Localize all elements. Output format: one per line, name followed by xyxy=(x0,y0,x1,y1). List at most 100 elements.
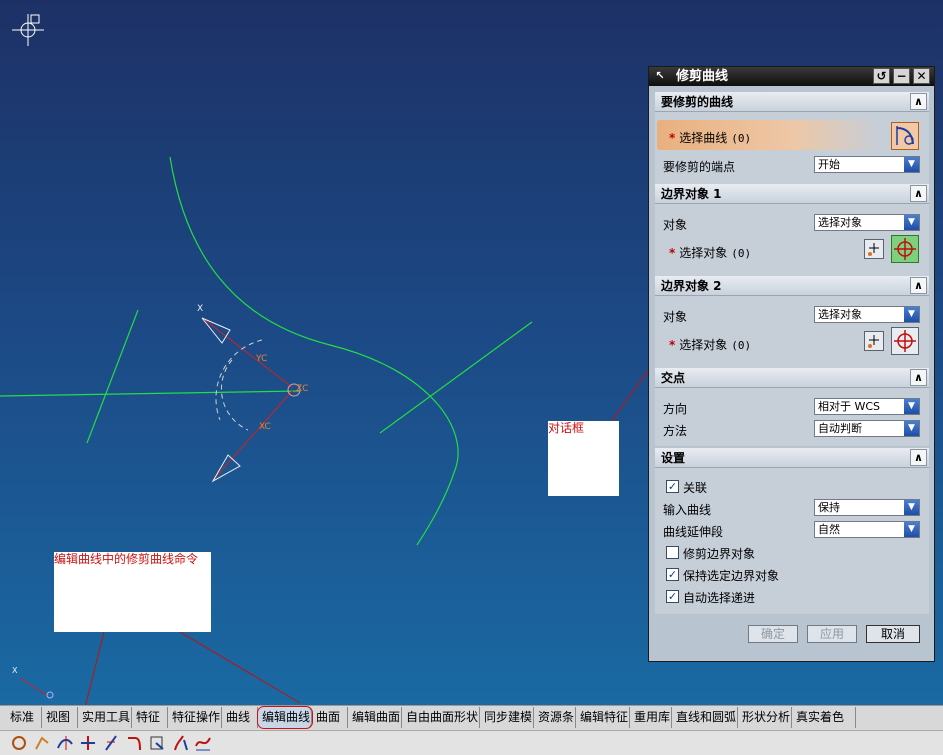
callout-line-command-2 xyxy=(179,631,301,704)
axis-label-zc: ZC xyxy=(296,384,308,394)
apply-button[interactable]: 应用 xyxy=(807,625,857,643)
close-icon[interactable]: ✕ xyxy=(913,68,930,84)
section-header-boundary1[interactable]: 边界对象 1 ∧ xyxy=(655,184,929,204)
boundary1-select-label[interactable]: * 选择对象 (0) xyxy=(669,244,751,261)
curve-length-icon[interactable] xyxy=(171,734,189,752)
direction-select[interactable]: 相对于 WCS ▼ xyxy=(814,398,920,415)
axis-label-xc: XC xyxy=(259,422,271,432)
dropdown-arrow-icon: ▼ xyxy=(904,307,919,322)
target-point-icon xyxy=(894,330,916,352)
section-header-curve[interactable]: 要修剪的曲线 ∧ xyxy=(655,92,929,112)
keep-selected-checkbox[interactable]: ✓ xyxy=(666,568,679,581)
endpoint-label: 要修剪的端点 xyxy=(663,160,736,174)
associative-checkbox[interactable]: ✓ xyxy=(666,480,679,493)
tab-4[interactable]: 特征操作 xyxy=(168,707,222,728)
section-title-curve: 要修剪的曲线 xyxy=(661,95,734,109)
collapse-chevron-icon[interactable]: ∧ xyxy=(910,93,927,110)
curve-select-icon xyxy=(896,126,914,145)
extension-select[interactable]: 自然 ▼ xyxy=(814,521,920,538)
point-constructor-icon xyxy=(868,243,879,256)
section-body-curve: * 选择曲线 (0) 要修剪的端点 开始 ▼ xyxy=(655,112,929,184)
axis-label-yc: YC xyxy=(255,354,267,364)
dropdown-arrow-icon: ▼ xyxy=(904,157,919,172)
dropdown-arrow-icon: ▼ xyxy=(904,500,919,515)
section-title-boundary2: 边界对象 2 xyxy=(661,279,722,293)
edit-curve-parameters-icon[interactable] xyxy=(10,734,28,752)
toolbar-tabs: 标准 视图 实用工具 特征 特征操作 曲线 编辑曲线 曲面 编辑曲面 自由曲面形状 同步建模 资源条编… xyxy=(0,705,943,731)
boundary2-inferred-point-button[interactable] xyxy=(891,327,919,355)
endpoint-select[interactable]: 开始 ▼ xyxy=(814,156,920,173)
tab-6[interactable]: 编辑曲线 xyxy=(257,706,313,729)
collapse-chevron-icon[interactable]: ∧ xyxy=(910,369,927,386)
cancel-button[interactable]: 取消 xyxy=(866,625,920,643)
axis-label-x: X xyxy=(197,304,203,314)
tab-10[interactable]: 同步建模 xyxy=(480,707,534,728)
stretch-icon[interactable] xyxy=(148,734,166,752)
section-body-boundary1: 对象 选择对象 ▼ * 选择对象 (0) xyxy=(655,204,929,276)
tab-3[interactable]: 特征 xyxy=(132,707,168,728)
reset-icon[interactable]: ↺ xyxy=(873,68,890,84)
collapse-chevron-icon[interactable]: ∧ xyxy=(910,277,927,294)
point-dialog-button[interactable] xyxy=(864,239,884,259)
crosshair-cursor-icon xyxy=(12,14,44,46)
tab-13[interactable]: 重用库 xyxy=(630,707,672,728)
required-star-icon: * xyxy=(669,338,676,352)
green-curve-arc xyxy=(169,156,459,546)
tab-9[interactable]: 自由曲面形状 xyxy=(402,707,480,728)
boundary1-inferred-point-button[interactable] xyxy=(891,235,919,263)
boundary1-object-select[interactable]: 选择对象 ▼ xyxy=(814,214,920,231)
section-title-intersection: 交点 xyxy=(661,371,686,385)
pin-icon[interactable]: ↖ xyxy=(653,69,667,83)
associative-label: 关联 xyxy=(683,481,708,495)
point-constructor-icon xyxy=(868,335,879,348)
select-curve-label[interactable]: * 选择曲线 (0) xyxy=(669,129,751,146)
section-body-boundary2: 对象 选择对象 ▼ * 选择对象 (0) xyxy=(655,296,929,368)
tab-2[interactable]: 实用工具 xyxy=(78,707,132,728)
dialog-titlebar[interactable]: ↖ 修剪曲线 ↺ − ✕ xyxy=(649,67,934,86)
edit-fillet-icon[interactable] xyxy=(125,734,143,752)
tab-5[interactable]: 曲线 xyxy=(222,707,258,728)
callout-dialog-text: 对话框 xyxy=(548,421,585,435)
tab-1[interactable]: 视图 xyxy=(42,707,78,728)
tab-16[interactable]: 真实着色 xyxy=(792,707,856,728)
input-curve-select[interactable]: 保持 ▼ xyxy=(814,499,920,516)
edit-curve-icon[interactable] xyxy=(33,734,51,752)
minimize-icon[interactable]: − xyxy=(893,68,910,84)
tab-14[interactable]: 直线和圆弧 xyxy=(672,707,738,728)
tab-0[interactable]: 标准 xyxy=(6,707,42,728)
required-star-icon: * xyxy=(669,246,676,260)
boundary2-object-label: 对象 xyxy=(663,310,688,324)
input-curve-label: 输入曲线 xyxy=(663,503,712,517)
auto-advance-checkbox[interactable]: ✓ xyxy=(666,590,679,603)
callout-dialog-box: 对话框 xyxy=(548,421,619,496)
green-line-right xyxy=(379,321,533,434)
tab-12[interactable]: 编辑特征 xyxy=(576,707,630,728)
method-select[interactable]: 自动判断 ▼ xyxy=(814,420,920,437)
section-header-boundary2[interactable]: 边界对象 2 ∧ xyxy=(655,276,929,296)
tab-15[interactable]: 形状分析 xyxy=(738,707,792,728)
dropdown-arrow-icon: ▼ xyxy=(904,421,919,436)
trim-boundary-label: 修剪边界对象 xyxy=(683,547,756,561)
collapse-chevron-icon[interactable]: ∧ xyxy=(910,449,927,466)
boundary2-object-select[interactable]: 选择对象 ▼ xyxy=(814,306,920,323)
section-header-intersection[interactable]: 交点 ∧ xyxy=(655,368,929,388)
point-dialog-button[interactable] xyxy=(864,331,884,351)
dropdown-arrow-icon: ▼ xyxy=(904,522,919,537)
divide-curve-icon[interactable] xyxy=(102,734,120,752)
tab-11[interactable]: 资源条 xyxy=(534,707,576,728)
trim-curve-icon[interactable] xyxy=(56,734,74,752)
trim-boundary-checkbox[interactable] xyxy=(666,546,679,559)
wcs-triad xyxy=(201,317,301,483)
axis-label-x-small: X xyxy=(12,666,18,675)
section-header-settings[interactable]: 设置 ∧ xyxy=(655,448,929,468)
tab-7[interactable]: 曲面 xyxy=(312,707,348,728)
tab-8[interactable]: 编辑曲面 xyxy=(348,707,402,728)
boundary2-select-label[interactable]: * 选择对象 (0) xyxy=(669,336,751,353)
select-curve-button[interactable] xyxy=(891,122,919,150)
trim-corner-icon[interactable] xyxy=(79,734,97,752)
collapse-chevron-icon[interactable]: ∧ xyxy=(910,185,927,202)
extension-label: 曲线延伸段 xyxy=(663,525,724,539)
edit-curve-toolbar xyxy=(0,730,943,755)
smooth-spline-icon[interactable] xyxy=(194,734,212,752)
ok-button[interactable]: 确定 xyxy=(748,625,798,643)
